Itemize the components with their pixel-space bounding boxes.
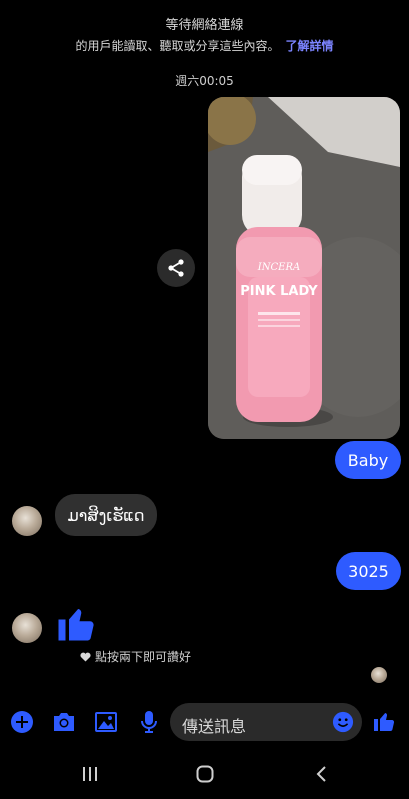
bottle-title-label: PINK LADY	[240, 284, 318, 299]
camera-button[interactable]	[52, 710, 76, 734]
emoji-icon	[332, 711, 354, 733]
outgoing-message-bubble[interactable]: 3025	[336, 552, 401, 590]
emoji-button[interactable]	[332, 711, 354, 737]
home-icon	[196, 765, 214, 783]
privacy-notice: 的用戶能讀取、聽取或分享這些內容。 了解詳情	[0, 37, 409, 54]
heart-icon	[80, 652, 91, 662]
message-text: ມາສິງເຮັແດ	[67, 505, 145, 525]
learn-more-link[interactable]: 了解詳情	[286, 39, 334, 53]
thumbs-up-icon	[58, 609, 94, 641]
share-button[interactable]	[157, 249, 195, 287]
image-icon	[95, 712, 117, 732]
back-icon	[316, 766, 326, 782]
privacy-notice-text: 的用戶能讀取、聽取或分享這些內容。	[75, 39, 280, 53]
recents-icon	[83, 767, 97, 781]
bottle-photo: INCERA PINK LADY	[208, 97, 400, 439]
bottle-brand-label: INCERA	[257, 262, 300, 273]
like-message[interactable]	[55, 602, 97, 648]
outgoing-message-bubble[interactable]: Baby	[335, 441, 401, 479]
message-text: 3025	[348, 561, 389, 581]
plus-icon	[11, 711, 33, 733]
message-input-placeholder: 傳送訊息	[182, 717, 247, 736]
contact-avatar[interactable]	[12, 506, 42, 536]
camera-icon	[54, 713, 74, 731]
reaction-hint-text: 點按兩下即可讚好	[95, 650, 192, 664]
connection-status: 等待網絡連線	[165, 18, 244, 33]
home-button[interactable]	[193, 764, 217, 784]
message-text: Baby	[347, 450, 389, 470]
message-timestamp: 週六00:05	[175, 74, 234, 88]
message-input[interactable]: 傳送訊息	[170, 703, 362, 741]
reaction-hint: 點按兩下即可讚好	[80, 648, 191, 665]
contact-avatar[interactable]	[12, 613, 42, 643]
thumbs-up-icon	[374, 713, 395, 731]
voice-button[interactable]	[137, 710, 161, 734]
share-icon	[168, 259, 184, 277]
add-button[interactable]	[10, 710, 34, 734]
photo-message[interactable]: INCERA PINK LADY	[208, 97, 400, 439]
recents-button[interactable]	[78, 764, 102, 784]
incoming-message-bubble[interactable]: ມາສິງເຮັແດ	[55, 494, 157, 536]
like-button[interactable]	[371, 708, 397, 734]
seen-avatar	[371, 667, 387, 683]
back-button[interactable]	[309, 764, 333, 784]
gallery-button[interactable]	[94, 710, 118, 734]
microphone-icon	[141, 711, 157, 733]
